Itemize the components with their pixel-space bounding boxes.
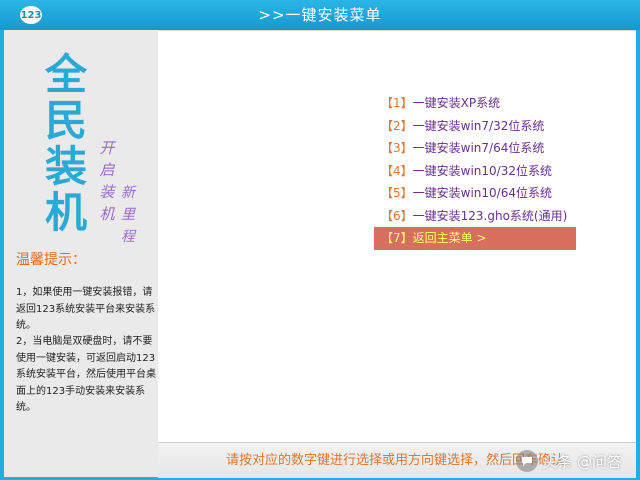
menu-item-label: 一键安装win10/64位系统 — [412, 186, 552, 200]
logo-char: 民 — [44, 96, 87, 145]
window-title: >>一键安装菜单 — [258, 6, 382, 24]
menu-item-6[interactable]: 【6】一键安装123.gho系统(通用) — [374, 205, 576, 228]
logo-slogan-2: 新 里 程 — [118, 182, 138, 248]
install-menu: 【1】一键安装XP系统 【2】一键安装win7/32位系统 【3】一键安装win7/… — [374, 92, 576, 250]
menu-item-1[interactable]: 【1】一键安装XP系统 — [374, 92, 576, 115]
menu-item-4[interactable]: 【4】一键安装win10/32位系统 — [374, 160, 576, 183]
slogan-char: 装 — [99, 183, 115, 201]
chat-bubble-icon — [516, 450, 539, 472]
logo-title: 全 民 装 机 — [44, 52, 88, 236]
logo-char: 装 — [44, 142, 87, 191]
menu-item-label: 一键安装win7/32位系统 — [412, 118, 545, 133]
menu-item-3[interactable]: 【3】一键安装win7/64位系统 — [374, 137, 576, 160]
menu-item-number: 【3】 — [381, 141, 413, 155]
tip-text: 2，当电脑是双硬盘时，请不要使用一键安装，可返回启动123系统安装平台，然后使用… — [16, 336, 156, 413]
status-hint: 请按对应的数字键进行选择或用方向键选择，然后回车确认 — [226, 453, 565, 468]
slogan-char: 启 — [99, 161, 115, 179]
menu-item-2[interactable]: 【2】一键安装win7/32位系统 — [374, 115, 576, 138]
slogan-char: 机 — [99, 205, 115, 223]
slogan-char: 新 — [121, 185, 135, 201]
menu-item-label: 一键安装win7/64位系统 — [412, 141, 545, 155]
menu-item-number: 【7】 — [381, 231, 413, 245]
logo-char: 机 — [44, 188, 87, 237]
menu-item-label: 一键安装XP系统 — [412, 96, 501, 110]
title-bar: 123 >>一键安装菜单 — [0, 0, 640, 30]
watermark-text: 头条 @问答 — [542, 452, 622, 471]
slogan-char: 程 — [121, 229, 135, 245]
menu-item-number: 【6】 — [381, 208, 413, 223]
menu-item-number: 【4】 — [381, 163, 413, 178]
tips-title: 温馨提示： — [16, 252, 86, 268]
menu-item-7[interactable]: 【7】返回主菜单 > — [374, 227, 576, 250]
menu-item-label: 一键安装win10/32位系统 — [412, 163, 552, 178]
menu-item-number: 【1】 — [381, 96, 413, 110]
menu-item-5[interactable]: 【5】一键安装win10/64位系统 — [374, 182, 576, 205]
menu-item-label: 一键安装123.gho系统(通用) — [412, 208, 568, 223]
logo-slogan: 开 启 装 机 — [96, 137, 118, 225]
logo-char: 全 — [44, 50, 87, 99]
slogan-char: 里 — [121, 207, 135, 223]
menu-item-number: 【5】 — [381, 186, 413, 200]
left-info-panel: 全 民 装 机 开 启 装 机 新 里 程 温馨提示： 1，如果使用一键安装报错… — [4, 30, 158, 477]
menu-item-number: 【2】 — [381, 118, 413, 133]
status-bar: 请按对应的数字键进行选择或用方向键选择，然后回车确认 头条 @问答 — [158, 442, 636, 478]
frame-right-border — [636, 30, 640, 480]
slogan-char: 开 — [99, 139, 115, 157]
watermark: 头条 @问答 — [516, 448, 622, 474]
menu-item-label: 返回主菜单 > — [412, 231, 487, 245]
content-top-divider — [158, 30, 636, 31]
logo: 全 民 装 机 开 启 装 机 新 里 程 — [44, 52, 135, 262]
tip-text: 1，如果使用一键安装报错，请返回123系统安装平台来安装系统。 — [16, 287, 156, 331]
